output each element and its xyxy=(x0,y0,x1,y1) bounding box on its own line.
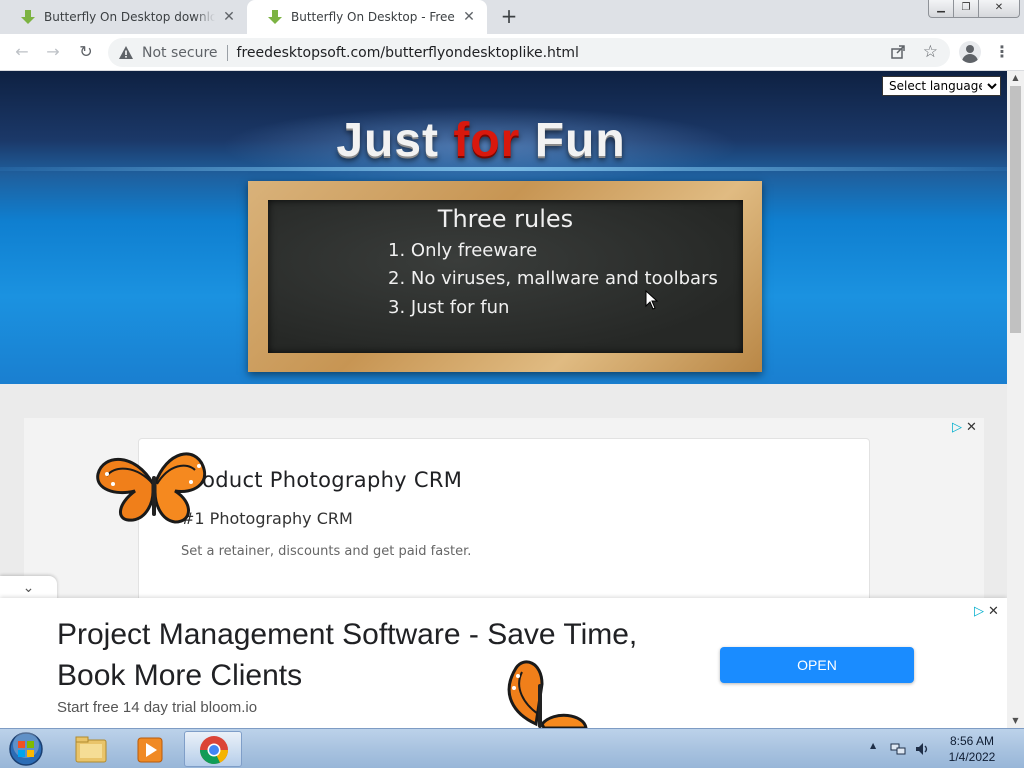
address-bar[interactable]: Not secure freedesktopsoft.com/butterfly… xyxy=(108,38,950,67)
back-icon[interactable]: ← xyxy=(10,40,34,64)
collapse-ad-button[interactable]: ⌄ xyxy=(0,576,57,600)
ad-description: Set a retainer, discounts and get paid f… xyxy=(181,544,472,559)
butterfly-icon[interactable] xyxy=(494,654,590,728)
hero-title-word: Fun xyxy=(534,114,626,167)
chalkboard: Three rules 1. Only freeware 2. No virus… xyxy=(268,200,743,353)
taskbar-clock[interactable]: 8:56 AM 1/4/2022 xyxy=(925,733,1019,765)
butterfly-icon[interactable] xyxy=(95,444,213,526)
clock-time: 8:56 AM xyxy=(949,734,995,748)
page-viewport: Select language Just for Fun Three rules… xyxy=(0,71,1007,728)
reload-icon[interactable]: ↻ xyxy=(74,40,98,64)
warning-icon[interactable] xyxy=(118,45,134,61)
tab-strip: Butterfly On Desktop download free ✕ But… xyxy=(0,0,1024,34)
language-select[interactable]: Select language xyxy=(882,76,1001,96)
ad-close-icon[interactable]: ✕ xyxy=(988,604,999,619)
download-icon xyxy=(21,10,35,24)
tab-title: Butterfly On Desktop - Freeware xyxy=(291,10,455,24)
hero-title-word-red: for xyxy=(453,114,521,167)
chrome-icon xyxy=(200,736,228,764)
bottom-ad-subtitle: Start free 14 day trial bloom.io xyxy=(57,699,258,716)
menu-kebab-icon[interactable]: ⋮ xyxy=(994,42,1010,62)
tab-title: Butterfly On Desktop download free xyxy=(44,10,215,24)
scroll-down-icon[interactable]: ▼ xyxy=(1007,714,1024,728)
chalkboard-frame: Three rules 1. Only freeware 2. No virus… xyxy=(248,181,762,372)
chalkboard-rule: 1. Only freeware xyxy=(388,240,538,261)
share-icon[interactable] xyxy=(890,44,906,60)
hero-banner: Select language Just for Fun Three rules… xyxy=(0,71,1007,384)
avatar-body xyxy=(962,54,978,63)
forward-icon[interactable]: → xyxy=(41,40,65,64)
adchoices-icon[interactable]: ▷ ✕ xyxy=(952,420,982,436)
window-close-button[interactable]: ✕ xyxy=(978,0,1020,18)
taskbar-media-player[interactable] xyxy=(122,731,180,767)
hero-title-word: Just xyxy=(336,114,440,167)
chalkboard-heading: Three rules xyxy=(437,205,574,233)
show-hidden-icons-icon[interactable]: ▲ xyxy=(870,741,876,750)
ad-headline[interactable]: Product Photography CRM xyxy=(181,468,462,492)
close-icon[interactable]: ✕ xyxy=(461,9,477,25)
omnibox-divider xyxy=(226,44,228,61)
restore-button[interactable]: ❐ xyxy=(953,0,979,18)
url-text[interactable]: freedesktopsoft.com/butterflyondesktopli… xyxy=(237,45,579,61)
minimize-button[interactable]: ▁ xyxy=(928,0,954,18)
taskbar-chrome[interactable] xyxy=(184,731,242,767)
clock-date: 1/4/2022 xyxy=(948,750,996,764)
download-icon xyxy=(268,10,282,24)
ad-close-icon[interactable]: ✕ xyxy=(966,420,977,435)
scroll-up-icon[interactable]: ▲ xyxy=(1007,71,1024,85)
bookmark-star-icon[interactable]: ☆ xyxy=(923,41,938,63)
new-tab-button[interactable]: + xyxy=(498,5,520,27)
open-button[interactable]: OPEN xyxy=(720,647,914,683)
tab-butterfly-download[interactable]: Butterfly On Desktop download free ✕ xyxy=(0,0,247,34)
windows-taskbar: ▲ 8:56 AM 1/4/2022 xyxy=(0,728,1024,768)
close-icon[interactable]: ✕ xyxy=(221,9,237,25)
avatar-head xyxy=(966,45,974,53)
hero-title: Just for Fun xyxy=(0,113,962,168)
security-label[interactable]: Not secure xyxy=(142,45,218,61)
start-orb-icon[interactable] xyxy=(6,731,46,767)
adchoices-icon[interactable]: ▷ ✕ xyxy=(974,604,1004,620)
mouse-cursor-icon xyxy=(645,290,659,310)
network-icon[interactable] xyxy=(890,741,906,757)
profile-avatar-icon[interactable] xyxy=(959,41,981,63)
media-player-icon xyxy=(137,737,163,763)
tab-butterfly-freeware[interactable]: Butterfly On Desktop - Freeware ✕ xyxy=(247,0,487,34)
taskbar-file-explorer[interactable] xyxy=(62,731,120,767)
chalkboard-rule: 3. Just for fun xyxy=(388,297,510,318)
scrollbar-thumb[interactable] xyxy=(1010,86,1021,333)
folder-icon xyxy=(75,736,107,763)
vertical-scrollbar[interactable]: ▲ ▼ xyxy=(1007,71,1024,728)
chalkboard-rule: 2. No viruses, mallware and toolbars xyxy=(388,268,718,289)
browser-toolbar: ← → ↻ Not secure freedesktopsoft.com/but… xyxy=(0,34,1024,71)
